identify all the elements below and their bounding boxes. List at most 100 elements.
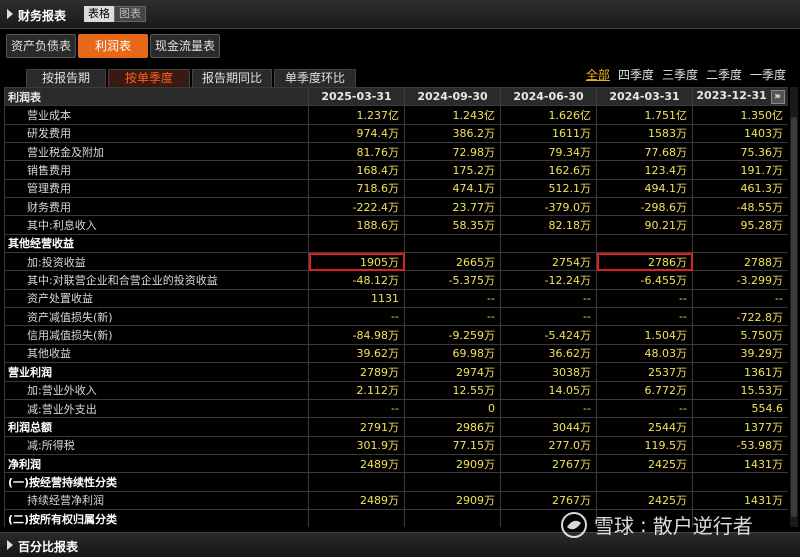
quarter-filter: 全部 四季度 三季度 二季度 一季度	[586, 66, 786, 83]
tab-by-single-quarter[interactable]: 按单季度	[108, 69, 190, 87]
cell-value	[308, 472, 405, 492]
cell-value: 15.53万	[692, 380, 788, 400]
vertical-scrollbar[interactable]	[790, 87, 798, 527]
cell-value: 974.4万	[308, 123, 405, 144]
cell-value: 77.68万	[596, 142, 693, 162]
cell-value: 1431万	[692, 490, 788, 510]
cell-value: 1905万	[308, 252, 405, 272]
cell-value: 14.05万	[500, 380, 597, 400]
table-row: 营业税金及附加 81.76万 72.98万 79.34万 77.68万 75.36万	[4, 142, 788, 162]
balance-sheet-button[interactable]: 资产负债表	[6, 34, 76, 58]
cell-value: 69.98万	[404, 343, 501, 364]
row-label: 资产减值损失(新)	[4, 307, 309, 327]
cell-value: --	[308, 398, 405, 419]
cell-value: 1361万	[692, 362, 788, 382]
cell-value	[404, 508, 501, 527]
table-group-row: 利润总额 2791万 2986万 3044万 2544万 1377万	[4, 417, 788, 437]
column-header: 2024-06-30	[500, 87, 597, 107]
header-item-name: 利润表	[4, 87, 309, 107]
view-table-toggle[interactable]: 表格	[84, 6, 114, 22]
income-statement-button[interactable]: 利润表	[78, 34, 148, 58]
row-label: 减:所得税	[4, 435, 309, 455]
row-label: 其中:对联营企业和合营企业的投资收益	[4, 270, 309, 290]
filter-all[interactable]: 全部	[586, 66, 610, 83]
cell-value: -3.299万	[692, 270, 788, 290]
cell-value: 2425万	[596, 490, 693, 510]
cell-value: 2786万	[596, 252, 693, 272]
filter-q4[interactable]: 四季度	[618, 66, 654, 83]
cell-value: 1377万	[692, 417, 788, 437]
row-label: 资产处置收益	[4, 288, 309, 309]
more-columns-button[interactable]: »	[770, 90, 785, 105]
cell-value: 718.6万	[308, 178, 405, 199]
cell-value: 494.1万	[596, 178, 693, 199]
cell-value	[404, 233, 501, 254]
cell-value: -5.424万	[500, 325, 597, 345]
row-label: 净利润	[4, 453, 309, 474]
view-toggle: 表格 图表	[84, 6, 146, 22]
cell-value: 512.1万	[500, 178, 597, 199]
cell-value: 301.9万	[308, 435, 405, 455]
cell-value	[596, 472, 693, 492]
footer-title: 百分比报表	[18, 540, 79, 554]
expand-arrow-icon[interactable]	[7, 540, 13, 550]
cell-value: -48.12万	[308, 270, 405, 290]
cell-value: 188.6万	[308, 215, 405, 235]
cell-value: 2788万	[692, 252, 788, 272]
cell-value: --	[404, 288, 501, 309]
collapse-arrow-icon[interactable]	[7, 9, 13, 19]
cell-value: -722.8万	[692, 307, 788, 327]
cell-value	[308, 233, 405, 254]
column-header-date: 2023-12-31	[696, 89, 767, 103]
cell-value: 2974万	[404, 362, 501, 382]
scrollbar-thumb[interactable]	[791, 117, 797, 517]
row-label: (二)按所有权归属分类	[4, 508, 309, 527]
cell-value: 2489万	[308, 453, 405, 474]
watermark-brand: 雪球	[594, 514, 634, 538]
table-row: 其中:对联营企业和合营企业的投资收益 -48.12万 -5.375万 -12.24万 -…	[4, 270, 788, 290]
cell-value: 474.1万	[404, 178, 501, 199]
section-title: 财务报表	[18, 9, 67, 23]
table-group-row: 其他经营收益	[4, 233, 788, 254]
cell-value: 2665万	[404, 252, 501, 272]
row-label: 加:营业外收入	[4, 380, 309, 400]
filter-q2[interactable]: 二季度	[706, 66, 742, 83]
cell-value: 2754万	[500, 252, 597, 272]
cell-value: 1.504万	[596, 325, 693, 345]
filter-q1[interactable]: 一季度	[750, 66, 786, 83]
cell-value: 2909万	[404, 490, 501, 510]
table-row: 其中:利息收入 188.6万 58.35万 82.18万 90.21万 95.28万	[4, 215, 788, 235]
cell-value: 72.98万	[404, 142, 501, 162]
cell-value: -48.55万	[692, 197, 788, 217]
cell-value	[692, 472, 788, 492]
cell-value: 1403万	[692, 123, 788, 144]
tab-by-report-period[interactable]: 按报告期	[26, 69, 106, 87]
row-label: 其中:利息收入	[4, 215, 309, 235]
tab-report-period-yoy[interactable]: 报告期同比	[192, 69, 272, 87]
cell-value: --	[308, 307, 405, 327]
cell-value: -379.0万	[500, 197, 597, 217]
cell-value: 77.15万	[404, 435, 501, 455]
cell-value: 2789万	[308, 362, 405, 382]
cell-value: --	[500, 398, 597, 419]
cell-value: 36.62万	[500, 343, 597, 364]
cell-value: 1611万	[500, 123, 597, 144]
table-row: 其他收益 39.62万 69.98万 36.62万 48.03万 39.29万	[4, 343, 788, 364]
cash-flow-button[interactable]: 现金流量表	[150, 34, 220, 58]
cell-value: 3044万	[500, 417, 597, 437]
tab-single-quarter-qoq[interactable]: 单季度环比	[274, 69, 356, 87]
table-row: 研发费用 974.4万 386.2万 1611万 1583万 1403万	[4, 123, 788, 144]
cell-value: 1431万	[692, 453, 788, 474]
income-statement-table: 利润表 2025-03-31 2024-09-30 2024-06-30 202…	[4, 87, 788, 527]
cell-value: 79.34万	[500, 142, 597, 162]
filter-q3[interactable]: 三季度	[662, 66, 698, 83]
table-row: 减:营业外支出 -- 0 -- -- 554.6	[4, 398, 788, 419]
view-chart-toggle[interactable]: 图表	[114, 6, 146, 22]
cell-value: --	[404, 307, 501, 327]
column-header: 2025-03-31	[308, 87, 405, 107]
cell-value: -53.98万	[692, 435, 788, 455]
cell-value: 82.18万	[500, 215, 597, 235]
snowball-logo-icon	[561, 511, 587, 538]
cell-value: -298.6万	[596, 197, 693, 217]
table-row: 信用减值损失(新) -84.98万 -9.259万 -5.424万 1.504万 5.75…	[4, 325, 788, 345]
